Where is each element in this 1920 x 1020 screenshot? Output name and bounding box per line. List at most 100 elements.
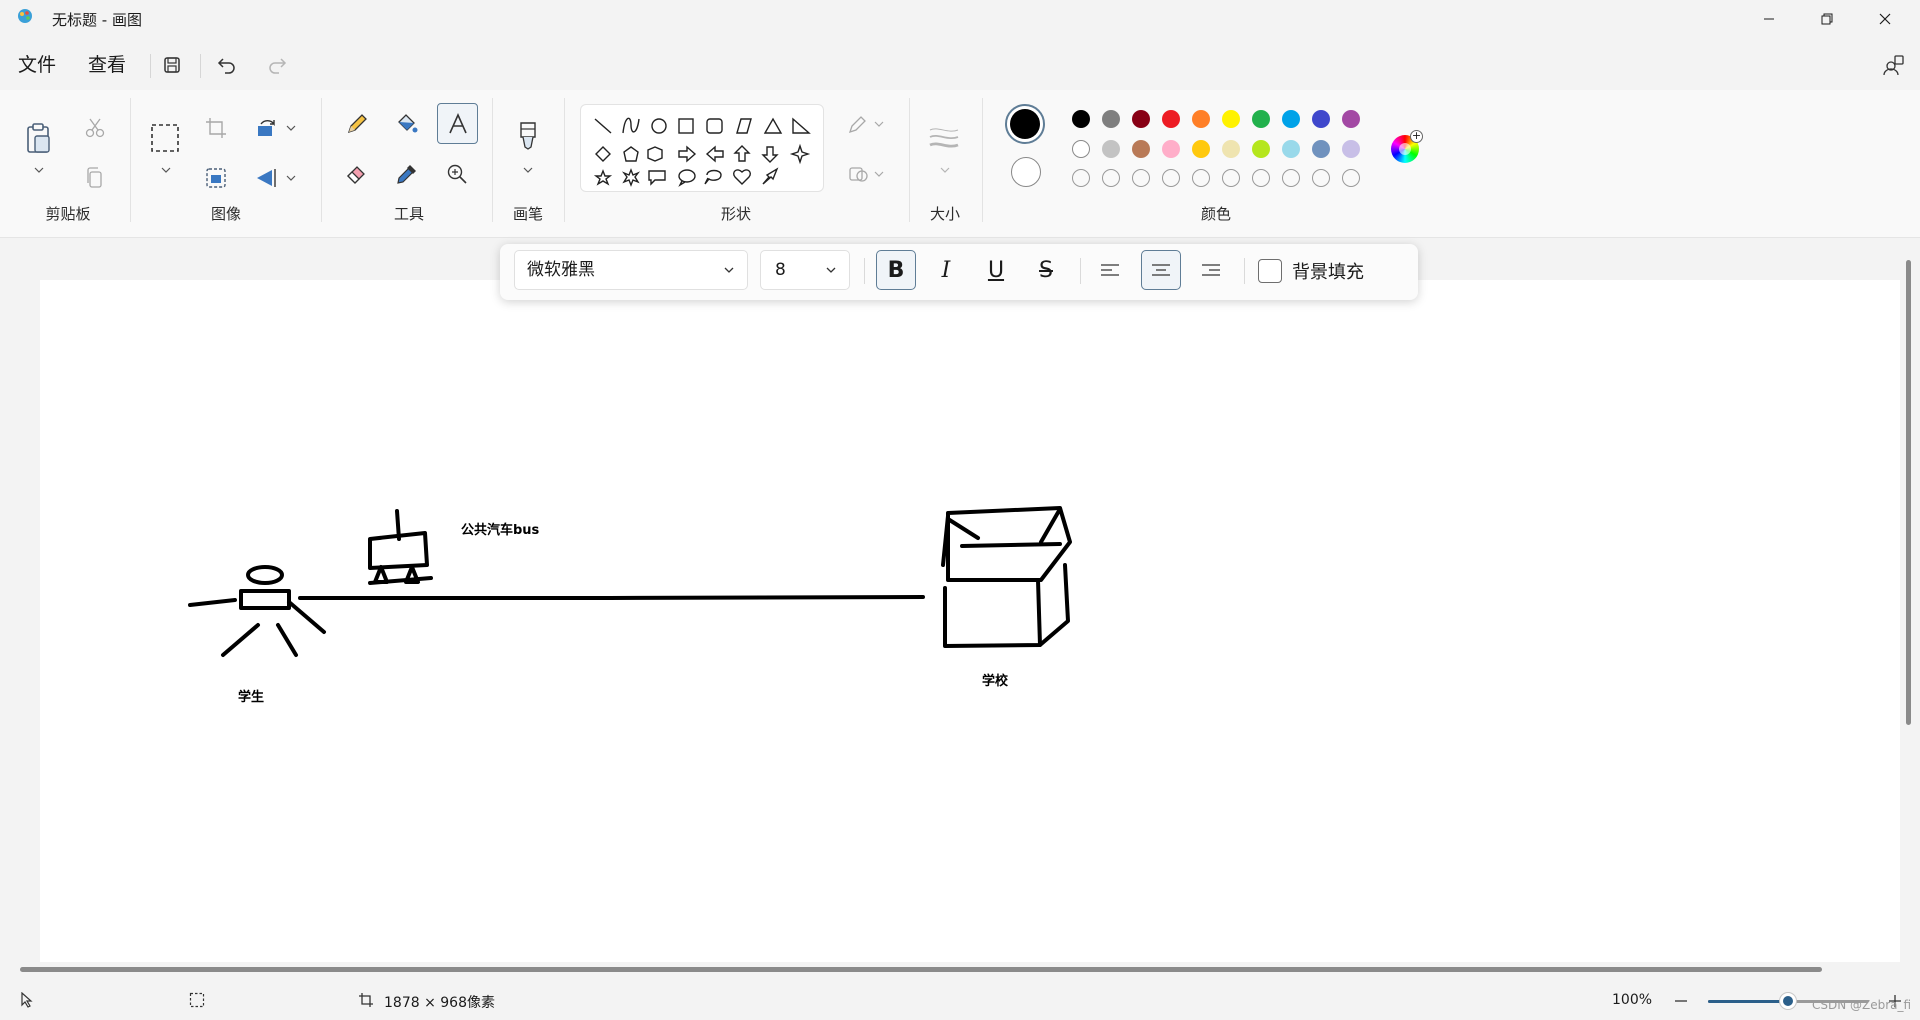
resize-button[interactable] [198, 160, 234, 196]
color-swatch[interactable] [1132, 110, 1150, 128]
zoom-out-icon[interactable] [1674, 994, 1688, 1008]
align-center-button[interactable] [1141, 250, 1181, 290]
redo-button[interactable] [261, 50, 293, 80]
title-bar: 无标题 - 画图 [0, 0, 1920, 38]
color-swatch[interactable] [1102, 140, 1120, 158]
edit-colors-button[interactable]: + [1391, 130, 1423, 163]
zoom-slider-thumb[interactable] [1779, 992, 1797, 1010]
custom-color-slot[interactable] [1102, 169, 1120, 187]
paint-bucket-icon [398, 114, 418, 133]
color-swatch[interactable] [1192, 140, 1210, 158]
color-swatch[interactable] [1252, 140, 1270, 158]
restore-button[interactable] [1798, 0, 1856, 38]
color-swatch[interactable] [1132, 140, 1150, 158]
custom-color-slot[interactable] [1162, 169, 1180, 187]
italic-button[interactable]: I [926, 250, 966, 290]
custom-color-slot[interactable] [1282, 169, 1300, 187]
align-right-button[interactable] [1191, 250, 1231, 290]
magnifier-button[interactable] [439, 156, 475, 192]
toolbar-divider [1244, 258, 1245, 284]
select-dropdown-icon[interactable] [160, 165, 172, 175]
bold-button[interactable]: B [876, 250, 916, 290]
flip-dropdown-icon[interactable] [285, 173, 297, 183]
custom-color-slot[interactable] [1312, 169, 1330, 187]
chevron-down-icon [724, 267, 734, 273]
crop-button[interactable] [198, 110, 234, 146]
color-swatch[interactable] [1222, 140, 1240, 158]
custom-color-slot[interactable] [1072, 169, 1090, 187]
brushes-button[interactable] [510, 118, 546, 154]
color-swatch[interactable] [1072, 140, 1090, 158]
rotate-button[interactable] [248, 110, 284, 146]
rotate-dropdown-icon[interactable] [285, 123, 297, 133]
color-swatch[interactable] [1282, 110, 1300, 128]
resize-icon [206, 168, 226, 188]
custom-color-slot[interactable] [1342, 169, 1360, 187]
custom-color-slot[interactable] [1192, 169, 1210, 187]
canvas-size-icon [359, 993, 373, 1007]
menu-divider [150, 54, 151, 78]
pencil-button[interactable] [339, 106, 375, 142]
color-swatch[interactable] [1252, 110, 1270, 128]
font-family-select[interactable]: 微软雅黑 [514, 250, 748, 290]
minimize-button[interactable] [1740, 0, 1798, 38]
custom-color-slot[interactable] [1252, 169, 1270, 187]
secondary-color-swatch[interactable] [1011, 157, 1041, 187]
account-button[interactable] [1878, 50, 1910, 80]
custom-color-slot[interactable] [1132, 169, 1150, 187]
font-size-select[interactable]: 8 [760, 250, 850, 290]
color-swatch[interactable] [1222, 110, 1240, 128]
outline-dropdown-icon[interactable] [873, 119, 885, 129]
color-picker-button[interactable] [389, 156, 425, 192]
color-swatch[interactable] [1342, 110, 1360, 128]
paint-app-icon [18, 9, 32, 23]
eraser-button[interactable] [339, 156, 375, 192]
select-button[interactable] [147, 120, 183, 156]
flip-button[interactable] [248, 160, 284, 196]
paste-button[interactable] [21, 120, 57, 156]
background-fill-label: 背景填充 [1292, 262, 1364, 283]
color-swatch[interactable] [1312, 110, 1330, 128]
cut-button[interactable] [77, 110, 113, 146]
view-menu[interactable]: 查看 [84, 50, 130, 80]
drawing-canvas[interactable]: 公共汽车bus 学生 学校 [40, 280, 1900, 962]
size-dropdown-icon[interactable] [939, 165, 951, 175]
color-swatch[interactable] [1162, 140, 1180, 158]
fill-style-button[interactable] [840, 156, 876, 192]
size-button[interactable] [926, 120, 962, 156]
background-fill-checkbox[interactable] [1258, 259, 1282, 283]
save-icon [164, 57, 180, 73]
color-swatch[interactable] [1312, 140, 1330, 158]
undo-button[interactable] [211, 50, 243, 80]
outline-button[interactable] [840, 106, 876, 142]
close-button[interactable] [1856, 0, 1914, 38]
align-left-button[interactable] [1090, 250, 1130, 290]
school-label: 学校 [982, 674, 1009, 689]
save-button[interactable] [156, 50, 188, 80]
strikethrough-button[interactable]: S [1026, 250, 1066, 290]
color-wheel-center [1399, 143, 1411, 155]
fill-style-dropdown-icon[interactable] [873, 169, 885, 179]
underline-button[interactable]: U [976, 250, 1016, 290]
outline-pen-icon [848, 116, 866, 134]
color-swatch[interactable] [1342, 140, 1360, 158]
color-swatch[interactable] [1162, 110, 1180, 128]
watermark: CSDN @Zebra_fi [1812, 998, 1912, 1012]
copy-button[interactable] [77, 160, 113, 196]
color-swatch[interactable] [1282, 140, 1300, 158]
file-menu[interactable]: 文件 [14, 50, 60, 80]
drawing [188, 506, 1072, 657]
text-tool-button[interactable] [437, 103, 478, 144]
color-swatch[interactable] [1072, 110, 1090, 128]
zoom-percentage: 100% [1612, 992, 1653, 1008]
vertical-scrollbar[interactable] [1906, 260, 1911, 725]
paste-dropdown-icon[interactable] [33, 165, 45, 175]
color-swatch[interactable] [1192, 110, 1210, 128]
primary-color-selector[interactable] [1005, 104, 1045, 144]
fill-button[interactable] [389, 106, 425, 142]
shapes-grid [593, 117, 811, 187]
color-swatch[interactable] [1102, 110, 1120, 128]
horizontal-scrollbar[interactable] [20, 967, 1822, 972]
custom-color-slot[interactable] [1222, 169, 1240, 187]
brushes-dropdown-icon[interactable] [522, 165, 534, 175]
